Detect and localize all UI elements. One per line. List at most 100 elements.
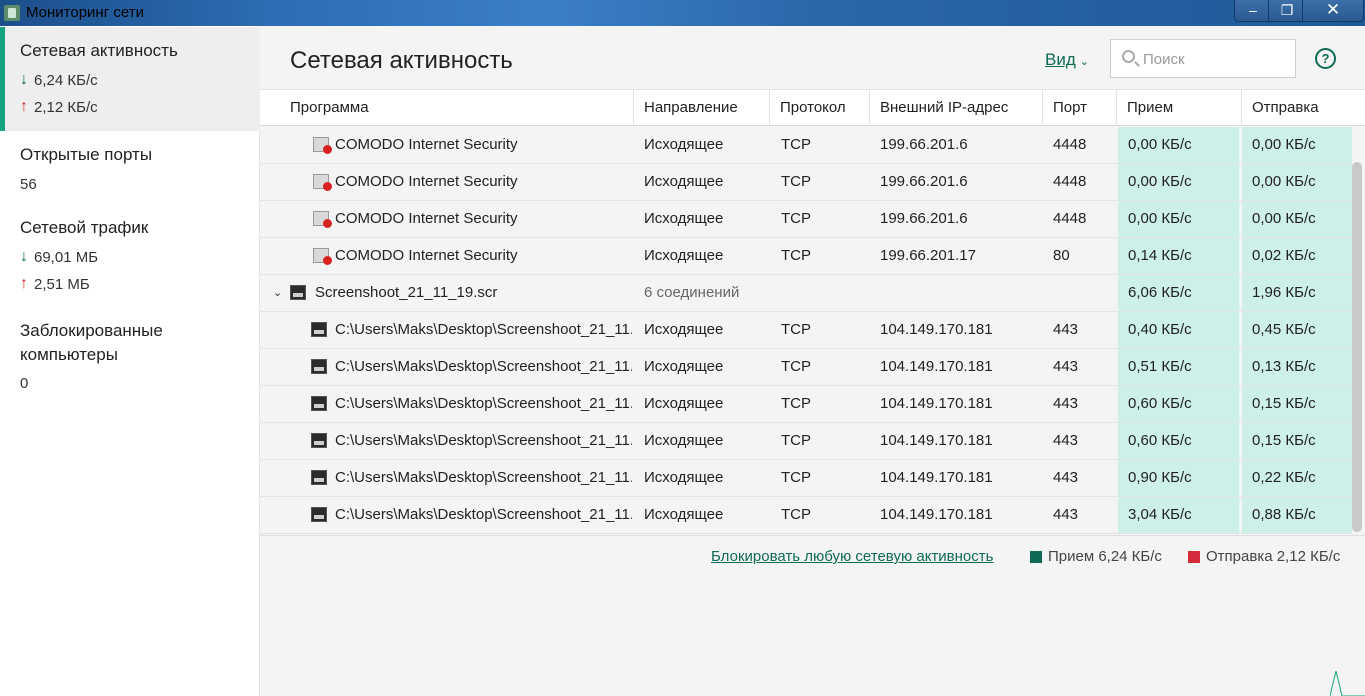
cell-tx: 0,02 КБ/с xyxy=(1242,238,1352,274)
help-icon[interactable]: ? xyxy=(1315,48,1336,69)
cell-rx: 0,60 КБ/с xyxy=(1118,423,1240,459)
column-header-rx[interactable]: Прием xyxy=(1117,90,1242,126)
window-title: Мониторинг сети xyxy=(26,4,144,21)
cell-program: Screenshoot_21_11_19.scr xyxy=(315,284,498,301)
group-row[interactable]: ⌄ Screenshoot_21_11_19.scr 6 соединений … xyxy=(260,275,1352,312)
cell-tx: 0,13 КБ/с xyxy=(1242,349,1352,385)
table-header: Программа Направление Протокол Внешний I… xyxy=(260,89,1365,126)
column-header-ip[interactable]: Внешний IP-адрес xyxy=(870,90,1043,126)
sidebar-item-label: Открытые порты xyxy=(20,145,153,164)
comodo-app-icon xyxy=(313,137,332,154)
cell-rx: 0,40 КБ/с xyxy=(1118,312,1240,348)
cell-port: 443 xyxy=(1053,395,1079,412)
arrow-down-icon: ↓ xyxy=(20,248,28,265)
cell-tx: 1,96 КБ/с xyxy=(1242,275,1352,311)
blocked-computers-value: 0 xyxy=(20,375,29,392)
column-header-protocol[interactable]: Протокол xyxy=(770,90,870,126)
table-row[interactable]: COMODO Internet Security Исходящее TCP 1… xyxy=(260,201,1352,238)
cell-port: 4448 xyxy=(1053,173,1087,190)
table-row[interactable]: C:\Users\Maks\Desktop\Screenshoot_21_11.… xyxy=(260,460,1352,497)
legend-tx: Отправка 2,12 КБ/с xyxy=(1188,548,1340,565)
comodo-app-icon xyxy=(313,174,332,191)
cell-tx: 0,15 КБ/с xyxy=(1242,423,1352,459)
table-row[interactable]: COMODO Internet Security Исходящее TCP 1… xyxy=(260,127,1352,164)
screensaver-app-icon xyxy=(311,359,327,374)
cell-port: 4448 xyxy=(1053,210,1087,227)
cell-ip: 104.149.170.181 xyxy=(880,506,993,523)
cell-program: COMODO Internet Security xyxy=(335,173,518,190)
table-row[interactable]: C:\Users\Maks\Desktop\Screenshoot_21_11.… xyxy=(260,386,1352,423)
legend-tx-label: Отправка 2,12 КБ/с xyxy=(1206,548,1341,565)
cell-protocol: TCP xyxy=(781,247,811,264)
page-title: Сетевая активность xyxy=(290,47,513,74)
sidebar-item-open-ports[interactable]: Открытые порты 56 xyxy=(20,145,152,193)
legend-rx-swatch xyxy=(1030,550,1042,563)
cell-direction: Исходящее xyxy=(644,210,724,227)
comodo-app-icon xyxy=(313,211,332,228)
sidebar-item-label: Заблокированные xyxy=(20,321,163,340)
cell-rx: 0,00 КБ/с xyxy=(1118,164,1240,200)
minimize-button[interactable]: – xyxy=(1234,0,1272,22)
sidebar-item-blocked-computers[interactable]: Заблокированные компьютеры 0 xyxy=(20,321,163,392)
table-row[interactable]: C:\Users\Maks\Desktop\Screenshoot_21_11.… xyxy=(260,312,1352,349)
table-row[interactable]: COMODO Internet Security Исходящее TCP 1… xyxy=(260,164,1352,201)
cell-protocol: TCP xyxy=(781,321,811,338)
legend-rx-label: Прием 6,24 КБ/с xyxy=(1048,548,1162,565)
arrow-up-icon: ↑ xyxy=(20,98,28,115)
connections-table: COMODO Internet Security Исходящее TCP 1… xyxy=(260,127,1352,534)
sidebar-item-label: Сетевая активность xyxy=(20,41,178,60)
table-row[interactable]: C:\Users\Maks\Desktop\Screenshoot_21_11.… xyxy=(260,423,1352,460)
search-box[interactable] xyxy=(1110,39,1296,78)
table-row[interactable]: C:\Users\Maks\Desktop\Screenshoot_21_11.… xyxy=(260,497,1352,534)
cell-program: C:\Users\Maks\Desktop\Screenshoot_21_11.… xyxy=(335,506,632,523)
column-header-program[interactable]: Программа xyxy=(280,90,634,126)
legend-rx: Прием 6,24 КБ/с xyxy=(1030,548,1162,565)
cell-ip: 104.149.170.181 xyxy=(880,432,993,449)
close-button[interactable]: ✕ xyxy=(1302,0,1364,22)
column-header-tx[interactable]: Отправка xyxy=(1242,90,1365,126)
cell-direction: Исходящее xyxy=(644,432,724,449)
cell-rx: 0,60 КБ/с xyxy=(1118,386,1240,422)
column-header-direction[interactable]: Направление xyxy=(634,90,770,126)
cell-tx: 0,00 КБ/с xyxy=(1242,201,1352,237)
cell-rx: 0,51 КБ/с xyxy=(1118,349,1240,385)
cell-protocol: TCP xyxy=(781,173,811,190)
arrow-down-icon: ↓ xyxy=(20,71,28,88)
cell-rx: 6,06 КБ/с xyxy=(1118,275,1240,311)
maximize-button[interactable]: ❐ xyxy=(1268,0,1306,22)
cell-port: 443 xyxy=(1053,469,1079,486)
cell-port: 4448 xyxy=(1053,136,1087,153)
cell-direction: Исходящее xyxy=(644,173,724,190)
view-menu[interactable]: Вид ⌄ xyxy=(1045,50,1089,70)
screensaver-app-icon xyxy=(311,507,327,522)
cell-rx: 0,90 КБ/с xyxy=(1118,460,1240,496)
cell-ip: 199.66.201.6 xyxy=(880,136,968,153)
cell-direction: Исходящее xyxy=(644,395,724,412)
view-menu-label: Вид xyxy=(1045,50,1076,69)
block-all-activity-link[interactable]: Блокировать любую сетевую активность xyxy=(711,548,993,565)
cell-direction: Исходящее xyxy=(644,321,724,338)
vertical-scrollbar[interactable] xyxy=(1352,162,1362,532)
search-input[interactable] xyxy=(1143,48,1288,70)
cell-ip: 104.149.170.181 xyxy=(880,469,993,486)
sidebar: Сетевая активность ↓ 6,24 КБ/с ↑ 2,12 КБ… xyxy=(0,26,260,696)
footer-divider xyxy=(260,535,1365,536)
chevron-down-icon[interactable]: ⌄ xyxy=(273,275,282,311)
screensaver-app-icon xyxy=(311,396,327,411)
cell-direction: Исходящее xyxy=(644,469,724,486)
cell-ip: 199.66.201.17 xyxy=(880,247,976,264)
app-icon xyxy=(4,5,20,21)
cell-protocol: TCP xyxy=(781,395,811,412)
network-activity-down: 6,24 КБ/с xyxy=(34,71,98,89)
search-icon xyxy=(1122,50,1135,63)
sidebar-item-network-traffic[interactable]: Сетевой трафик ↓ 69,01 МБ ↑ 2,51 МБ xyxy=(20,218,148,293)
cell-ip: 199.66.201.6 xyxy=(880,173,968,190)
cell-program: C:\Users\Maks\Desktop\Screenshoot_21_11.… xyxy=(335,321,632,338)
table-row[interactable]: COMODO Internet Security Исходящее TCP 1… xyxy=(260,238,1352,275)
cell-tx: 0,00 КБ/с xyxy=(1242,164,1352,200)
sidebar-network-activity-content: Сетевая активность ↓ 6,24 КБ/с ↑ 2,12 КБ… xyxy=(20,41,178,116)
main-panel: Сетевая активность Вид⌄ ? Программа Напр… xyxy=(260,26,1365,696)
table-row[interactable]: C:\Users\Maks\Desktop\Screenshoot_21_11.… xyxy=(260,349,1352,386)
column-header-port[interactable]: Порт xyxy=(1043,90,1117,126)
cell-rx: 0,14 КБ/с xyxy=(1118,238,1240,274)
